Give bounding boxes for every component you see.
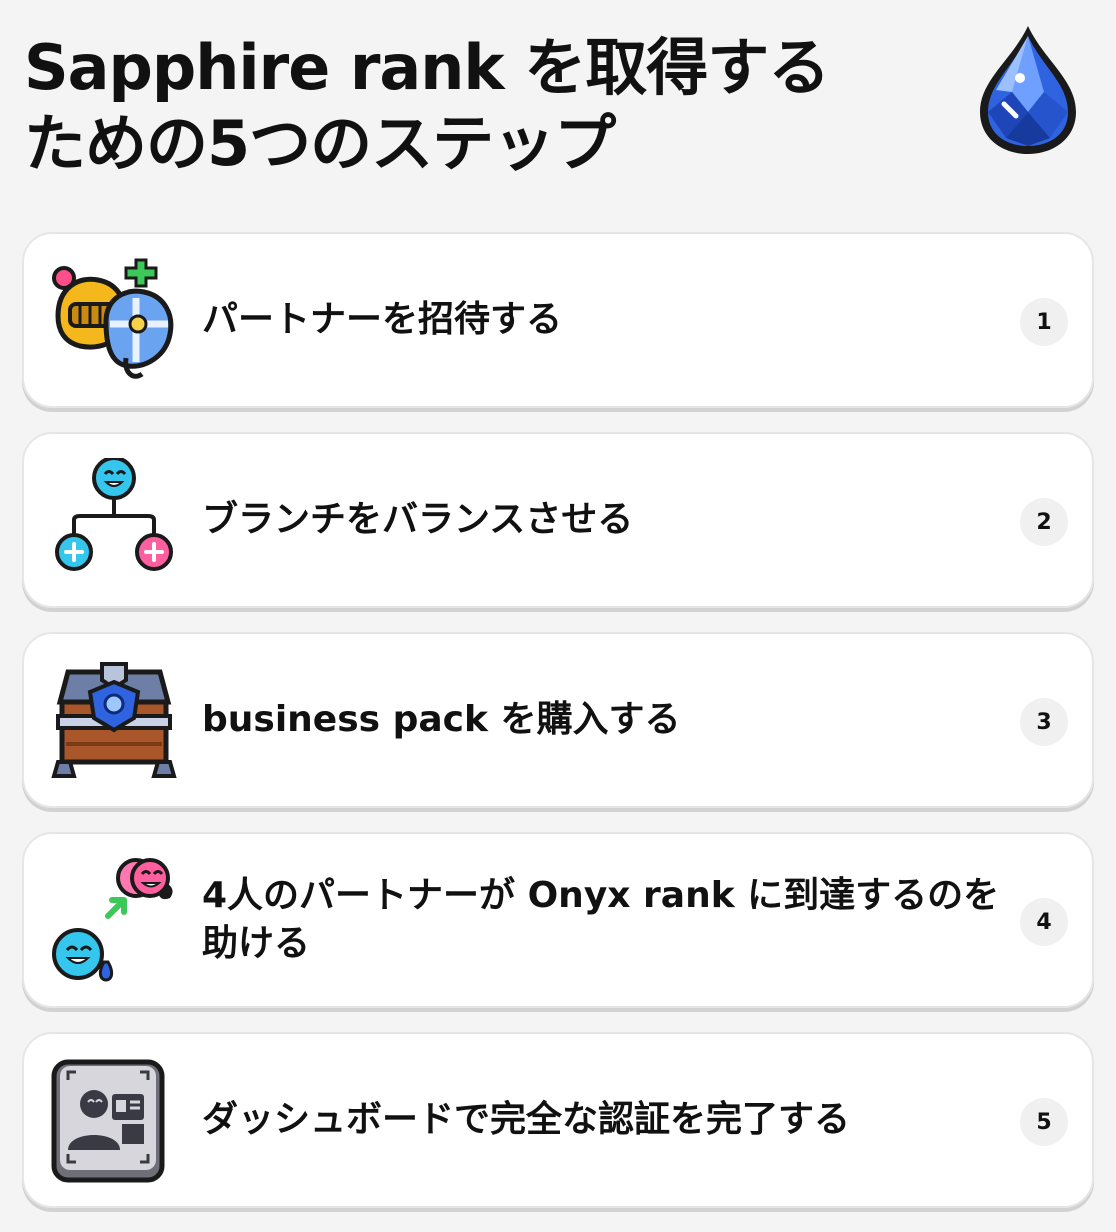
partners-rank-up-icon <box>50 858 178 986</box>
step-number-badge: 2 <box>1020 498 1068 546</box>
step-card[interactable]: ダッシュボードで完全な認証を完了する 5 <box>22 1032 1094 1208</box>
step-label: ダッシュボードで完全な認証を完了する <box>202 1099 851 1140</box>
branch-tree-icon <box>50 458 178 586</box>
page-header: Sapphire rank を取得するための5つのステップ <box>24 30 884 182</box>
step-label: business pack を購入する <box>202 699 681 740</box>
step-label: ブランチをバランスさせる <box>202 499 634 540</box>
step-card[interactable]: 4人のパートナーが Onyx rank に到達するのを助ける 4 <box>22 832 1094 1008</box>
step-card[interactable]: ブランチをバランスさせる 2 <box>22 432 1094 608</box>
sapphire-gem-icon <box>972 20 1084 160</box>
step-number-badge: 5 <box>1020 1098 1068 1146</box>
id-verification-icon <box>50 1058 178 1186</box>
step-card[interactable]: パートナーを招待する 1 <box>22 232 1094 408</box>
partner-helmets-icon <box>50 258 178 386</box>
treasure-chest-icon <box>50 658 178 786</box>
steps-list: パートナーを招待する 1 ブランチをバランスさせる 2 business pac… <box>22 232 1094 1232</box>
page-title: Sapphire rank を取得するための5つのステップ <box>24 31 830 180</box>
step-label: パートナーを招待する <box>202 299 563 340</box>
step-number-badge: 3 <box>1020 698 1068 746</box>
step-label: 4人のパートナーが Onyx rank に到達するのを助ける <box>202 875 1000 964</box>
step-card[interactable]: business pack を購入する 3 <box>22 632 1094 808</box>
step-number-badge: 4 <box>1020 898 1068 946</box>
step-number-badge: 1 <box>1020 298 1068 346</box>
